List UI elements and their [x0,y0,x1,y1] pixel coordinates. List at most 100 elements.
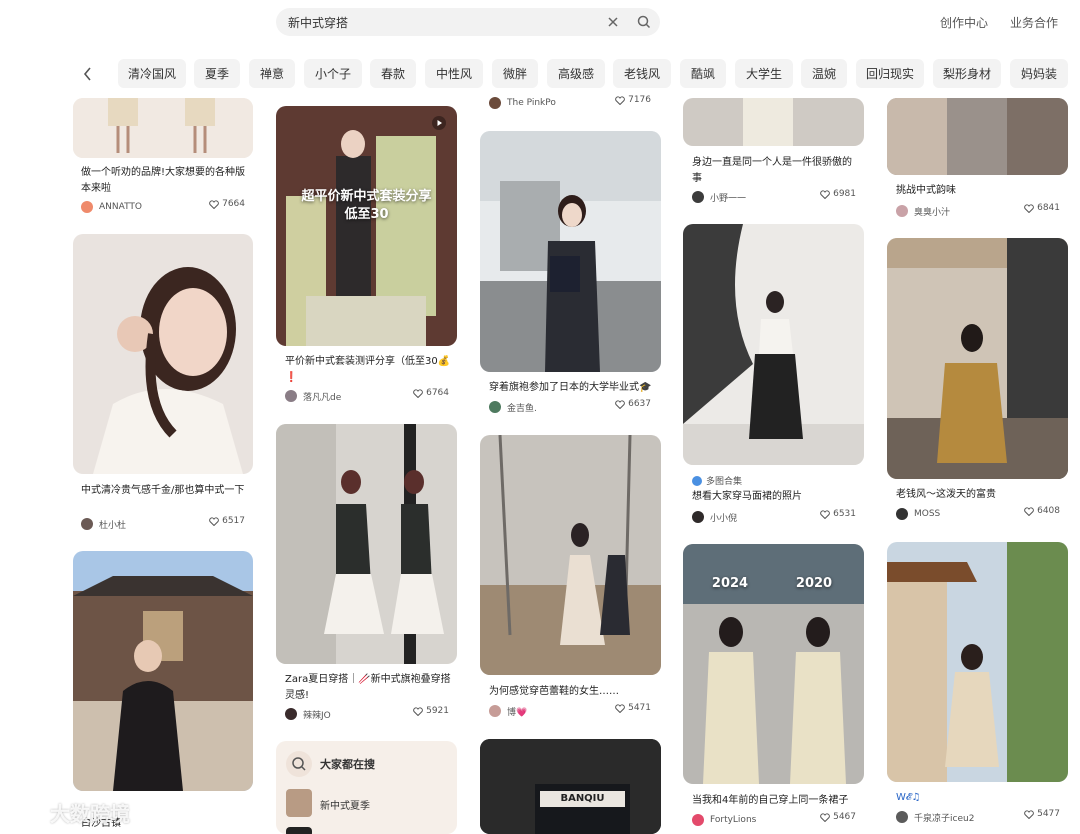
author-name[interactable]: 博💗 [507,705,527,718]
post-image[interactable]: 超平价新中式套装分享 低至30 [276,106,457,346]
post-title[interactable]: 想看大家穿马面裙的照片 [692,489,858,505]
search-bar[interactable] [276,8,660,36]
avatar[interactable] [285,390,297,402]
business-cooperation-link[interactable]: 业务合作 [1010,14,1058,31]
portrait-photo [73,234,253,474]
post-image[interactable] [480,131,661,372]
post-image[interactable] [276,424,457,664]
post-title[interactable]: W𝓔♫ [896,790,1062,806]
chip-xiaogezi[interactable]: 小个子 [304,59,362,88]
post-title[interactable]: 穿着旗袍参加了日本的大学毕业式🎓 [489,380,655,396]
like-button[interactable]: 6531 [820,509,856,519]
author-name[interactable]: 落凡凡de [303,390,341,403]
chip-mamazhuang[interactable]: 妈妈装 [1010,59,1068,88]
avatar[interactable] [285,708,297,720]
post-image[interactable] [683,224,864,465]
like-button[interactable]: 6517 [209,516,245,526]
like-button[interactable]: 5467 [820,812,856,822]
chip-qinglengguofeng[interactable]: 清冷国风 [118,59,186,88]
post-meta: 辣辣JO 5921 [285,706,449,722]
author-name[interactable]: 小小倪 [710,511,737,524]
interior-photo [887,238,1068,479]
like-button[interactable]: 6981 [820,189,856,199]
post-title[interactable]: 平价新中式套装测评分享（低至30💰❗ [285,354,451,386]
post-title[interactable]: 老钱风～这泼天的富贵 [896,487,1062,503]
avatar[interactable] [81,518,93,530]
author-name[interactable]: 杜小杜 [99,518,126,531]
post-title[interactable]: Zara夏日穿搭｜🥢新中式旗袍叠穿搭灵感! [285,672,451,704]
chip-weipang[interactable]: 微胖 [492,59,538,88]
avatar[interactable] [692,511,704,523]
chip-wenwan[interactable]: 温婉 [801,59,847,88]
like-button[interactable]: 5471 [615,703,651,713]
watermark: 大数跨境 [8,798,130,827]
search-icon [292,757,306,771]
post-image[interactable] [887,98,1068,175]
like-button[interactable]: 5921 [413,706,449,716]
post-image[interactable]: 2024 2020 [683,544,864,784]
trending-item[interactable]: 新中式夏季 [320,797,370,812]
post-title[interactable]: 中式清冷贵气感千金/那也算中式一下 [81,483,247,499]
post-image[interactable] [480,435,661,675]
chevron-left-icon[interactable] [76,60,100,88]
chip-laoqianfeng[interactable]: 老钱风 [613,59,671,88]
author-name[interactable]: FortyLions [710,815,756,825]
post-title[interactable]: 做一个听劝的品牌!大家想要的各种版本来啦 [81,165,247,197]
post-title[interactable]: 挑战中式韵味 [896,183,1062,199]
like-count: 5921 [426,706,449,716]
search-input[interactable] [288,8,588,36]
avatar[interactable] [81,201,93,213]
post-image[interactable] [73,98,253,158]
like-button[interactable]: 6637 [615,399,651,409]
chip-kusa[interactable]: 酷飒 [680,59,726,88]
trending-thumbnail[interactable] [286,827,312,834]
chip-xiaji[interactable]: 夏季 [194,59,240,88]
post-image[interactable] [73,551,253,791]
trending-thumbnail[interactable] [286,789,312,817]
author-name[interactable]: 小野一一 [710,191,746,204]
avatar[interactable] [489,97,501,109]
chip-gaojigan[interactable]: 高级感 [547,59,605,88]
like-button[interactable]: 6764 [413,388,449,398]
post-image[interactable]: BANQIU [480,739,661,834]
post-image[interactable] [73,234,253,474]
chip-chunkuan[interactable]: 春款 [370,59,416,88]
creator-center-link[interactable]: 创作中心 [940,14,988,31]
author-name[interactable]: ANNATTO [99,202,142,212]
post-title[interactable]: 当我和4年前的自己穿上同一条裙子 [692,793,858,809]
like-button[interactable]: 6408 [1024,506,1060,516]
like-button[interactable]: 5477 [1024,809,1060,819]
clear-icon[interactable] [606,15,620,29]
avatar[interactable] [896,811,908,823]
post-image[interactable] [683,98,864,146]
post-meta: 博💗 5471 [489,703,651,719]
park-photo [480,435,661,675]
chip-daxuesheng[interactable]: 大学生 [735,59,793,88]
chip-lixingshencai[interactable]: 梨形身材 [933,59,1001,88]
post-image[interactable] [887,238,1068,479]
like-button[interactable]: 7664 [209,199,245,209]
avatar[interactable] [489,705,501,717]
author-name[interactable]: 千泉凉子iceu2 [914,811,974,824]
chip-huiguixianshi[interactable]: 回归现实 [856,59,924,88]
author-name[interactable]: MOSS [914,509,940,519]
avatar[interactable] [692,191,704,203]
avatar[interactable] [896,508,908,520]
author-name[interactable]: 臭臭小汁 [914,205,950,218]
avatar[interactable] [489,401,501,413]
like-count: 7176 [628,95,651,105]
post-meta: 千泉凉子iceu2 5477 [896,809,1060,825]
author-name[interactable]: 金吉鱼. [507,401,537,414]
like-button[interactable]: 7176 [615,95,651,105]
post-image[interactable] [887,542,1068,782]
chip-zhongxingfeng[interactable]: 中性风 [425,59,483,88]
author-name[interactable]: The PinkPo [507,98,556,108]
avatar[interactable] [692,814,704,826]
post-title[interactable]: 身边一直是同一个人是一件很骄傲的事 [692,155,858,187]
search-icon[interactable] [636,14,652,30]
chip-chanyi[interactable]: 禅意 [249,59,295,88]
avatar[interactable] [896,205,908,217]
like-button[interactable]: 6841 [1024,203,1060,213]
author-name[interactable]: 辣辣JO [303,708,331,721]
post-title[interactable]: 为何感觉穿芭蕾鞋的女生…… [489,684,655,700]
